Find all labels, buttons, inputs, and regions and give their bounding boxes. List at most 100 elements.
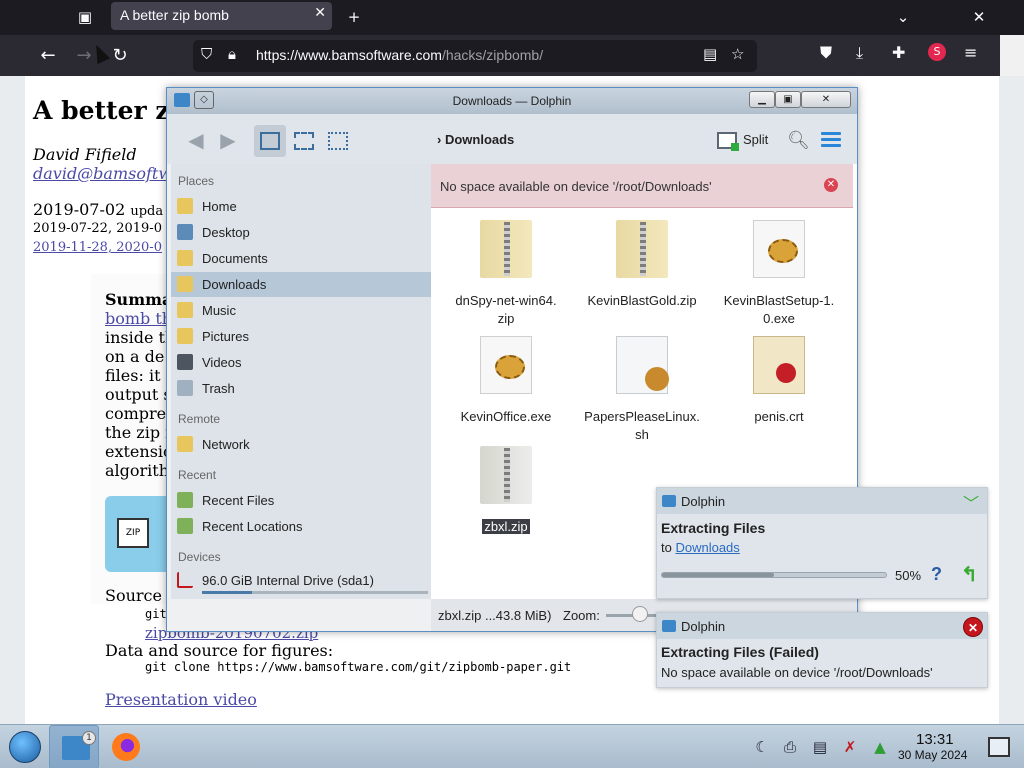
source-label: Source xyxy=(105,586,162,605)
close-button[interactable]: ✕ xyxy=(801,91,851,108)
place-downloads[interactable]: Downloads xyxy=(171,272,431,297)
file-item[interactable]: KevinOffice.exe xyxy=(441,336,571,426)
presentation-video-link[interactable]: Presentation video xyxy=(105,690,257,709)
downloads-link[interactable]: Downloads xyxy=(675,540,739,555)
place-videos[interactable]: Videos xyxy=(171,350,431,375)
author-email-link[interactable]: david@bamsoftw xyxy=(33,164,172,183)
collapse-chevron-icon[interactable]: ﹀ xyxy=(963,490,979,514)
source-code: git xyxy=(145,607,167,621)
place-home[interactable]: Home xyxy=(171,194,431,219)
new-tab-icon[interactable]: + xyxy=(341,4,367,30)
minimize-button[interactable]: ▁ xyxy=(749,91,775,108)
lock-icon[interactable]: 🔒︎ xyxy=(228,45,236,63)
section-remote: Remote xyxy=(178,412,221,426)
start-menu-button[interactable] xyxy=(9,731,41,763)
help-icon[interactable]: ? xyxy=(931,564,947,584)
tray-notes-icon[interactable]: ▤ xyxy=(810,737,830,757)
taskbar-dolphin[interactable]: 1 xyxy=(49,725,99,768)
app-menu-icon[interactable]: ≡ xyxy=(964,43,977,62)
browser-tab-active[interactable]: A better zip bomb ✕ xyxy=(111,2,332,30)
place-pictures[interactable]: Pictures xyxy=(171,324,431,349)
place-network[interactable]: Network xyxy=(171,432,431,457)
tab-close-icon[interactable]: ✕ xyxy=(314,5,326,21)
place-recent-files[interactable]: Recent Files xyxy=(171,488,431,513)
taskbar: 1 ☾ ⎙ ▤ ✗ ▲ 13:31 30 May 2024 xyxy=(0,724,1024,768)
section-recent: Recent xyxy=(178,468,217,482)
tray-moon-icon[interactable]: ☾ xyxy=(752,737,772,757)
desktop-background-edge xyxy=(1000,35,1024,76)
place-documents[interactable]: Documents xyxy=(171,246,431,271)
list-tabs-chevron-icon[interactable]: ⌄ xyxy=(890,4,916,30)
pocket-icon[interactable]: ⛊ xyxy=(820,43,832,63)
tracking-shield-icon[interactable]: ⛉ xyxy=(201,45,212,63)
tray-updates-icon[interactable]: ▲ xyxy=(870,737,890,757)
file-item[interactable]: dnSpy-net-win64. zip xyxy=(441,220,571,328)
place-music[interactable]: Music xyxy=(171,298,431,323)
page-date-updates: 2019-07-22, 2019-0 xyxy=(33,221,162,236)
show-desktop-icon[interactable] xyxy=(988,737,1010,757)
url-text[interactable]: https://www.bamsoftware.com/hacks/zipbom… xyxy=(256,47,543,63)
home-folder-icon xyxy=(177,198,193,214)
back-arrow-icon[interactable]: ← xyxy=(35,43,61,69)
place-trash[interactable]: Trash xyxy=(171,376,431,401)
extension-s-icon[interactable]: S xyxy=(928,43,946,61)
zip-archive-icon: ZIP xyxy=(117,518,149,548)
open-folder-arrow-icon[interactable]: ↰ xyxy=(961,562,978,587)
summary-bomb-link[interactable]: bomb th xyxy=(105,309,172,328)
clock-date[interactable]: 30 May 2024 xyxy=(898,748,967,762)
notification-header: Dolphin ✕ xyxy=(657,613,987,639)
notification-close-icon[interactable]: ✕ xyxy=(963,617,983,637)
taskbar-firefox[interactable] xyxy=(101,725,151,768)
window-count-badge: 1 xyxy=(82,731,96,745)
place-desktop[interactable]: Desktop xyxy=(171,220,431,245)
tab-title: A better zip bomb xyxy=(120,7,229,23)
section-devices: Devices xyxy=(178,550,221,564)
file-item[interactable]: PapersPleaseLinux. sh xyxy=(577,336,707,444)
place-recent-locations[interactable]: Recent Locations xyxy=(171,514,431,539)
details-view-button[interactable] xyxy=(322,125,354,157)
icons-view-button[interactable] xyxy=(254,125,286,157)
url-bar[interactable]: ⛉ 🔒︎ https://www.bamsoftware.com/hacks/z… xyxy=(193,40,757,72)
split-icon[interactable] xyxy=(717,132,739,151)
maximize-button[interactable]: ▣ xyxy=(775,91,801,108)
downloads-icon[interactable]: ⤓ xyxy=(856,43,863,63)
compact-view-button[interactable] xyxy=(288,125,320,157)
search-icon[interactable]: 🔍︎ xyxy=(787,130,810,151)
page-date-links[interactable]: 2019-11-28, 2020-0 xyxy=(33,240,162,255)
error-message-text: No space available on device '/root/Down… xyxy=(440,179,712,194)
split-button[interactable]: Split xyxy=(743,132,768,147)
error-close-icon[interactable]: ✕ xyxy=(824,178,838,192)
notification-extracting: Dolphin ﹀ Extracting Files to Downloads … xyxy=(656,487,988,599)
file-item-selected[interactable]: zbxl.zip xyxy=(441,446,571,536)
notification-title: Extracting Files (Failed) xyxy=(661,644,819,660)
page-author: David Fifield xyxy=(33,145,137,164)
file-item[interactable]: KevinBlastSetup-1. 0.exe xyxy=(714,220,844,328)
dolphin-folder-icon xyxy=(662,495,676,507)
file-item[interactable]: penis.crt xyxy=(714,336,844,426)
window-close-icon[interactable]: ✕ xyxy=(966,4,992,30)
desktop-icon xyxy=(177,224,193,240)
place-internal-drive[interactable]: 96.0 GiB Internal Drive (sda1) xyxy=(171,568,431,598)
reload-icon[interactable]: ↻ xyxy=(107,43,133,69)
clock-time[interactable]: 13:31 xyxy=(916,731,954,748)
bookmark-star-icon[interactable]: ☆ xyxy=(731,45,744,63)
network-folder-icon xyxy=(177,436,193,452)
dolphin-titlebar[interactable]: ◇ Downloads — Dolphin ▁ ▣ ✕ xyxy=(167,88,857,114)
progress-percent: 50% xyxy=(895,568,922,583)
extensions-icon[interactable]: ✚ xyxy=(892,43,905,62)
tray-clipboard-icon[interactable]: ⎙ xyxy=(780,737,800,757)
zip-file-icon xyxy=(480,446,532,504)
breadcrumb[interactable]: › Downloads xyxy=(437,132,514,147)
music-folder-icon xyxy=(177,302,193,318)
hard-drive-icon xyxy=(177,572,193,588)
reader-view-icon[interactable]: ▤ xyxy=(703,45,717,63)
places-panel: Places Home Desktop Documents Downloads … xyxy=(171,164,431,599)
zoom-slider-handle[interactable] xyxy=(632,606,648,622)
file-item[interactable]: KevinBlastGold.zip xyxy=(577,220,707,310)
tray-network-disconnected-icon[interactable]: ✗ xyxy=(840,737,860,757)
forward-icon[interactable]: ▶ xyxy=(215,127,241,153)
firefox-view-icon[interactable]: ▣ xyxy=(72,4,98,30)
error-message-bar: No space available on device '/root/Down… xyxy=(431,164,853,208)
hamburger-menu-icon[interactable] xyxy=(821,132,841,148)
back-icon[interactable]: ◀ xyxy=(183,127,209,153)
